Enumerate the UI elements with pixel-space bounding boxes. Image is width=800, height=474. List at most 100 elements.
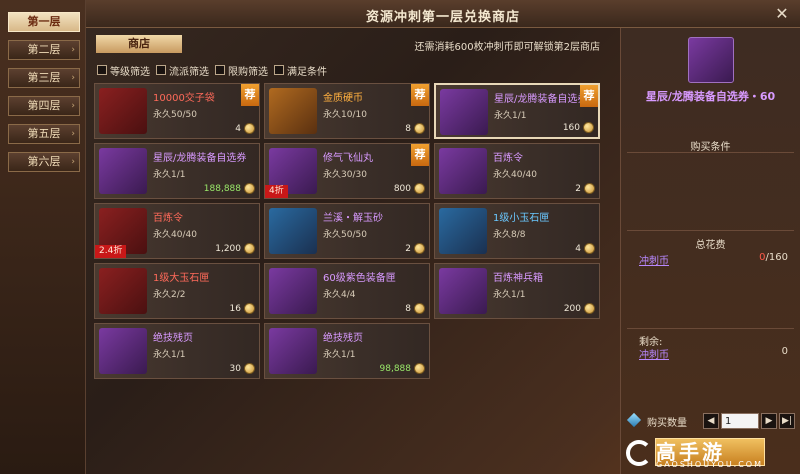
item-name: 金质硬币 (323, 93, 363, 104)
item-price: 2 (575, 184, 581, 194)
shop-item[interactable]: 1级大玉石匣 永久2/2 16 (94, 263, 260, 319)
coin-icon (244, 363, 255, 374)
item-name: 1级小玉石匣 (493, 213, 550, 224)
floor-tab-4[interactable]: 第四层 › (8, 96, 80, 116)
item-stock: 永久50/50 (153, 110, 197, 120)
item-price: 8 (405, 124, 411, 134)
item-price: 98,888 (379, 364, 412, 374)
item-price: 1,200 (215, 244, 241, 254)
filter-bar: 等级筛选 流派筛选 限购筛选 满足条件 (97, 62, 327, 78)
shop-item[interactable]: 金质硬币 永久10/10 8 荐 (264, 83, 430, 139)
shop-item[interactable]: 星辰/龙腾装备自选券 永久1/1 188,888 (94, 143, 260, 199)
remaining-currency-link[interactable]: 冲刺币 (639, 346, 669, 361)
item-name: 星辰/龙腾装备自选券 (494, 94, 588, 105)
item-stock: 永久50/50 (323, 230, 367, 240)
floor-tab-label: 第二层 (27, 43, 61, 56)
floor-tab-1[interactable]: 第一层 (8, 12, 80, 32)
floor-tab-5[interactable]: 第五层 › (8, 124, 80, 144)
checkbox[interactable] (156, 65, 166, 75)
shop-item[interactable]: 60级紫色装备匣 永久4/4 8 (264, 263, 430, 319)
floor-tab-6[interactable]: 第六层 › (8, 152, 80, 172)
floor-tab-2[interactable]: 第二层 › (8, 40, 80, 60)
title-bar: 资源冲刺第一层兑换商店 ✕ (86, 0, 800, 28)
checkbox[interactable] (215, 65, 225, 75)
item-stock: 永久1/1 (153, 170, 186, 180)
checkbox[interactable] (274, 65, 284, 75)
divider (627, 230, 794, 231)
item-grid: 10000交子袋 永久50/50 4 荐金质硬币 永久10/10 8 荐星辰/龙腾装备自选券… (94, 83, 604, 383)
item-name: 10000交子袋 (153, 93, 215, 104)
quantity-max-button[interactable]: ▶| (779, 413, 795, 429)
item-name: 绝技残页 (323, 333, 363, 344)
coin-icon (244, 183, 255, 194)
currency-link[interactable]: 冲刺币 (639, 252, 669, 267)
coin-icon (414, 303, 425, 314)
filter-label: 流派筛选 (169, 66, 209, 78)
filter-school[interactable]: 流派筛选 (156, 62, 209, 78)
total-cost-label: 总花费 (695, 240, 726, 251)
watermark-sub: GAOSHOUYOU.COM (656, 460, 764, 469)
detail-panel: 星辰/龙腾装备自选券・60 购买条件 总花费 冲刺币 0/160 剩余: 冲刺币… (620, 28, 800, 474)
filter-eligible[interactable]: 满足条件 (274, 62, 327, 78)
shop-item[interactable]: 修气飞仙丸 永久30/30 800 荐 4折 (264, 143, 430, 199)
discount-badge: 4折 (265, 185, 288, 198)
item-price: 200 (563, 304, 581, 314)
shop-item[interactable]: 百炼神兵箱 永久1/1 200 (434, 263, 600, 319)
item-name: 兰溪・解玉砂 (323, 213, 383, 224)
checkbox[interactable] (97, 65, 107, 75)
shop-item[interactable]: 绝技残页 永久1/1 30 (94, 323, 260, 379)
item-price: 188,888 (203, 184, 241, 194)
item-name: 修气飞仙丸 (323, 153, 373, 164)
shop-item[interactable]: 兰溪・解玉砂 永久50/50 2 (264, 203, 430, 259)
watermark: 高手游 GAOSHOUYOU.COM (626, 436, 796, 472)
floor-tab-label: 第三层 (27, 71, 61, 84)
item-stock: 永久2/2 (153, 290, 186, 300)
quantity-input[interactable] (721, 413, 759, 429)
filter-level[interactable]: 等级筛选 (97, 62, 150, 78)
purchase-conditions-label: 购买条件 (690, 142, 731, 153)
item-stock: 永久1/1 (153, 350, 186, 360)
item-icon (439, 148, 487, 194)
shop-item[interactable]: 1级小玉石匣 永久8/8 4 (434, 203, 600, 259)
shop-item[interactable]: 百炼令 永久40/40 2 (434, 143, 600, 199)
close-button[interactable]: ✕ (772, 4, 792, 24)
shop-item[interactable]: 10000交子袋 永久50/50 4 荐 (94, 83, 260, 139)
filter-label: 满足条件 (287, 66, 327, 78)
shop-item[interactable]: 百炼令 永久40/40 1,200 2.4折 (94, 203, 260, 259)
item-icon (269, 268, 317, 314)
tab-shop[interactable]: 商店 (96, 35, 182, 53)
quantity-label: 购买数量 (647, 418, 687, 429)
coin-icon (414, 183, 425, 194)
logo-icon (626, 440, 652, 466)
coin-icon (414, 243, 425, 254)
unlock-notice: 还需消耗600枚冲刺币即可解锁第2层商店 (414, 42, 600, 53)
item-icon (99, 88, 147, 134)
close-icon: ✕ (775, 4, 789, 23)
item-price: 4 (235, 124, 241, 134)
item-stock: 永久40/40 (153, 230, 197, 240)
item-stock: 永久40/40 (493, 170, 537, 180)
chevron-right-icon: › (71, 73, 75, 83)
quantity-decrease-button[interactable]: ◀ (703, 413, 719, 429)
item-stock: 永久1/1 (494, 111, 527, 121)
shop-item[interactable]: 绝技残页永久1/1 98,888 (264, 323, 430, 379)
floor-nav: 第一层 第二层 › 第三层 › 第四层 › 第五层 › 第六层 › (0, 0, 86, 474)
coin-icon (244, 123, 255, 134)
filter-label: 限购筛选 (228, 66, 268, 78)
item-name: 百炼神兵箱 (493, 273, 543, 284)
quantity-increase-button[interactable]: ▶ (761, 413, 777, 429)
item-icon (99, 148, 147, 194)
discount-badge: 2.4折 (95, 245, 127, 258)
item-stock: 永久10/10 (323, 110, 367, 120)
item-icon (99, 268, 147, 314)
floor-tab-3[interactable]: 第三层 › (8, 68, 80, 88)
chevron-right-icon: › (71, 45, 75, 55)
item-stock: 永久4/4 (323, 290, 356, 300)
item-icon (439, 208, 487, 254)
item-icon (99, 328, 147, 374)
filter-limit[interactable]: 限购筛选 (215, 62, 268, 78)
item-stock: 永久1/1 (323, 350, 356, 360)
shop-item[interactable]: 星辰/龙腾装备自选券 永久1/1 160 荐 (434, 83, 600, 139)
selected-item-name: 星辰/龙腾装备自选券・60 (645, 90, 776, 103)
item-price: 2 (405, 244, 411, 254)
